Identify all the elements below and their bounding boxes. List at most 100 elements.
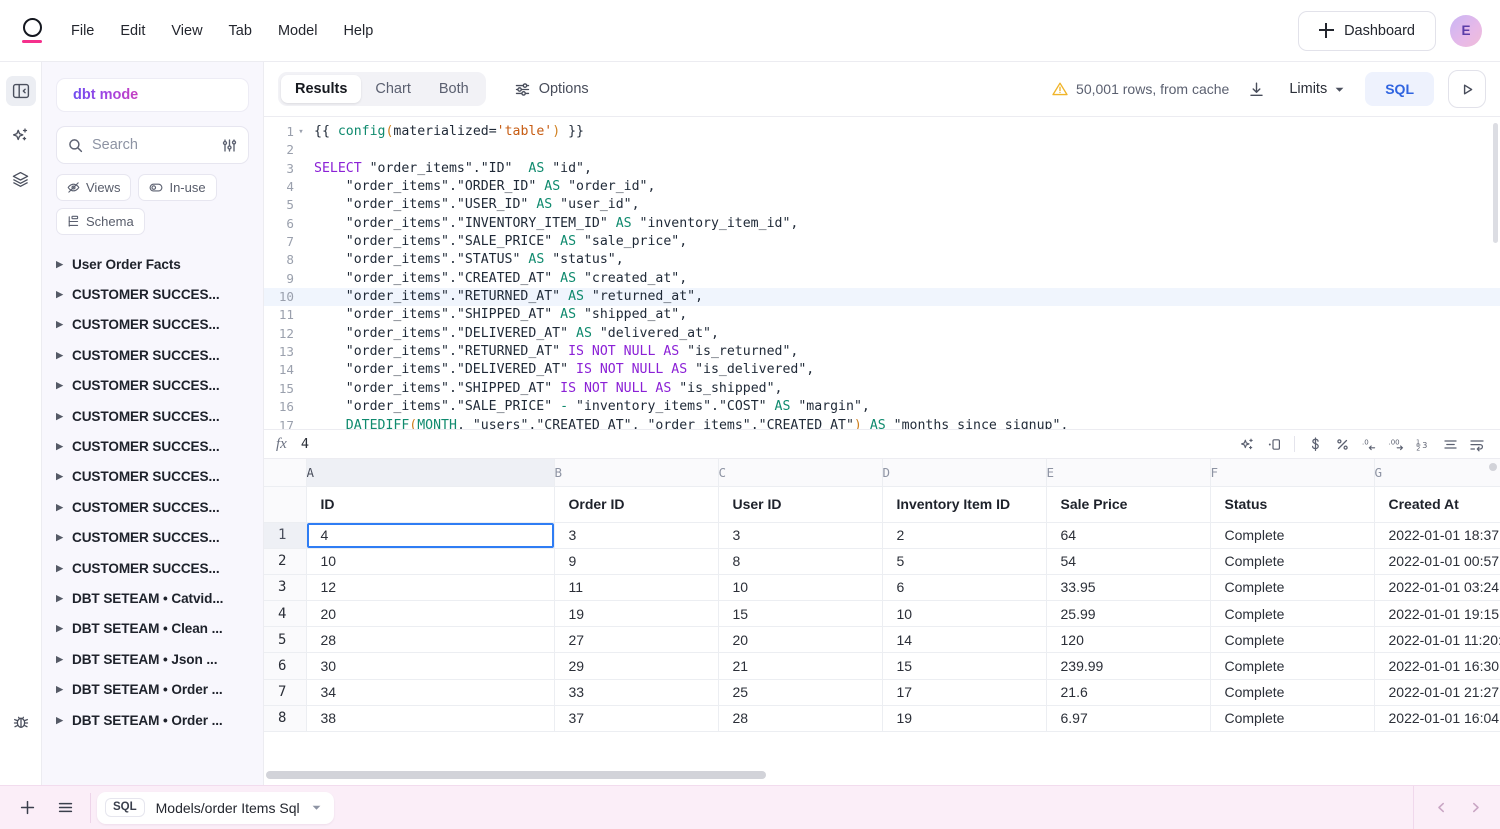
- table-cell[interactable]: 17: [882, 679, 1046, 705]
- table-cell[interactable]: 2: [882, 522, 1046, 548]
- table-row[interactable]: 3121110633.95Complete2022-01-01 03:24:..…: [264, 574, 1500, 600]
- table-cell[interactable]: Complete: [1210, 548, 1374, 574]
- code-line[interactable]: 9 "order_items"."CREATED_AT" AS "created…: [264, 270, 1500, 288]
- table-cell[interactable]: 2022-01-01 16:30:...: [1374, 653, 1500, 679]
- tree-item[interactable]: ▶CUSTOMER SUCCES...: [56, 523, 249, 553]
- tree-item[interactable]: ▶User Order Facts: [56, 249, 249, 279]
- table-cell[interactable]: 10: [306, 548, 554, 574]
- table-cell[interactable]: Complete: [1210, 705, 1374, 731]
- currency-icon[interactable]: [1304, 433, 1326, 455]
- table-cell[interactable]: 33.95: [1046, 574, 1210, 600]
- table-cell[interactable]: 3: [554, 522, 718, 548]
- options-button[interactable]: Options: [506, 76, 597, 103]
- column-header[interactable]: ID: [306, 486, 554, 522]
- table-cell[interactable]: 6.97: [1046, 705, 1210, 731]
- tab-both[interactable]: Both: [425, 75, 483, 103]
- table-cell[interactable]: 8: [718, 548, 882, 574]
- tree-item[interactable]: ▶CUSTOMER SUCCES...: [56, 371, 249, 401]
- table-cell[interactable]: Complete: [1210, 522, 1374, 548]
- table-cell[interactable]: Complete: [1210, 679, 1374, 705]
- menu-item-file[interactable]: File: [58, 17, 107, 45]
- chevron-right-icon[interactable]: ▶: [56, 320, 64, 329]
- table-cell[interactable]: 29: [554, 653, 718, 679]
- editor-scrollbar[interactable]: [1493, 123, 1498, 243]
- table-cell[interactable]: 20: [718, 627, 882, 653]
- grid-vertical-scrollbar[interactable]: [1489, 463, 1497, 471]
- chevron-right-icon[interactable]: ▶: [56, 655, 64, 664]
- chevron-right-icon[interactable]: ▶: [56, 351, 64, 360]
- code-line[interactable]: 10 "order_items"."RETURNED_AT" AS "retur…: [264, 288, 1500, 306]
- code-line[interactable]: 4 "order_items"."ORDER_ID" AS "order_id"…: [264, 178, 1500, 196]
- code-line[interactable]: 13 "order_items"."RETURNED_AT" IS NOT NU…: [264, 343, 1500, 361]
- table-cell[interactable]: 20: [306, 601, 554, 627]
- table-cell[interactable]: 3: [718, 522, 882, 548]
- chip-schema[interactable]: Schema: [56, 208, 145, 235]
- chevron-right-icon[interactable]: ▶: [56, 594, 64, 603]
- table-cell[interactable]: 239.99: [1046, 653, 1210, 679]
- table-row[interactable]: 21098554Complete2022-01-01 00:57:...⌀: [264, 548, 1500, 574]
- menu-item-edit[interactable]: Edit: [107, 17, 158, 45]
- table-cell[interactable]: 2022-01-01 03:24:...: [1374, 574, 1500, 600]
- column-letter-e[interactable]: E: [1046, 459, 1210, 486]
- add-tab-button[interactable]: [8, 792, 46, 824]
- table-cell[interactable]: 14: [882, 627, 1046, 653]
- table-cell[interactable]: 2022-01-01 11:20:...: [1374, 627, 1500, 653]
- column-letter-c[interactable]: C: [718, 459, 882, 486]
- chevron-right-icon[interactable]: ▶: [56, 472, 64, 481]
- table-cell[interactable]: 30: [306, 653, 554, 679]
- row-number[interactable]: 2: [264, 548, 306, 574]
- table-cell[interactable]: 11: [554, 574, 718, 600]
- increase-decimal-icon[interactable]: .00: [1385, 433, 1407, 455]
- table-cell[interactable]: 19: [554, 601, 718, 627]
- table-cell[interactable]: 2022-01-01 19:15:...: [1374, 601, 1500, 627]
- code-line[interactable]: 7 "order_items"."SALE_PRICE" AS "sale_pr…: [264, 233, 1500, 251]
- table-cell[interactable]: 4: [306, 522, 554, 548]
- tree-item[interactable]: ▶DBT SETEAM • Order ...: [56, 674, 249, 704]
- limits-dropdown[interactable]: Limits: [1283, 76, 1351, 102]
- fold-toggle-icon[interactable]: ▾: [294, 123, 308, 141]
- row-number[interactable]: 6: [264, 653, 306, 679]
- code-line[interactable]: 8 "order_items"."STATUS" AS "status",: [264, 251, 1500, 269]
- percent-icon[interactable]: [1331, 433, 1353, 455]
- table-cell[interactable]: 120: [1046, 627, 1210, 653]
- table-cell[interactable]: 15: [882, 653, 1046, 679]
- column-header[interactable]: User ID: [718, 486, 882, 522]
- align-icon[interactable]: [1439, 433, 1461, 455]
- active-tab[interactable]: SQL Models/order Items Sql: [97, 792, 334, 824]
- table-row[interactable]: 1433264Complete2022-01-01 18:37:...⌀: [264, 522, 1500, 548]
- bug-icon[interactable]: [6, 707, 36, 737]
- column-header[interactable]: Inventory Item ID: [882, 486, 1046, 522]
- tab-list-button[interactable]: [46, 792, 84, 824]
- sql-toggle-button[interactable]: SQL: [1365, 72, 1434, 106]
- table-cell[interactable]: Complete: [1210, 574, 1374, 600]
- new-dashboard-button[interactable]: Dashboard: [1298, 11, 1436, 51]
- chevron-right-icon[interactable]: ▶: [56, 442, 64, 451]
- dbt-mode-badge[interactable]: dbt mode: [56, 78, 249, 112]
- table-cell[interactable]: 2022-01-01 18:37:...: [1374, 522, 1500, 548]
- code-line[interactable]: 6 "order_items"."INVENTORY_ITEM_ID" AS "…: [264, 215, 1500, 233]
- menu-item-model[interactable]: Model: [265, 17, 331, 45]
- table-row[interactable]: 42019151025.99Complete2022-01-01 19:15:.…: [264, 601, 1500, 627]
- code-line[interactable]: 17 DATEDIFF(MONTH, "users"."CREATED_AT",…: [264, 417, 1500, 430]
- tree-item[interactable]: ▶DBT SETEAM • Json ...: [56, 644, 249, 674]
- tree-item[interactable]: ▶CUSTOMER SUCCES...: [56, 310, 249, 340]
- table-cell[interactable]: Complete: [1210, 627, 1374, 653]
- row-number[interactable]: 8: [264, 705, 306, 731]
- chevron-right-icon[interactable]: [1458, 792, 1492, 824]
- tree-item[interactable]: ▶DBT SETEAM • Catvid...: [56, 583, 249, 613]
- column-letter-d[interactable]: D: [882, 459, 1046, 486]
- column-letter-a[interactable]: A: [306, 459, 554, 486]
- chevron-right-icon[interactable]: ▶: [56, 503, 64, 512]
- chevron-right-icon[interactable]: ▶: [56, 564, 64, 573]
- table-cell[interactable]: 25: [718, 679, 882, 705]
- code-line[interactable]: 11 "order_items"."SHIPPED_AT" AS "shippe…: [264, 306, 1500, 324]
- code-line[interactable]: 16 "order_items"."SALE_PRICE" - "invento…: [264, 398, 1500, 416]
- table-cell[interactable]: Complete: [1210, 653, 1374, 679]
- column-header[interactable]: Order ID: [554, 486, 718, 522]
- tree-item[interactable]: ▶CUSTOMER SUCCES...: [56, 340, 249, 370]
- chevron-left-icon[interactable]: [1424, 792, 1458, 824]
- search-input[interactable]: [92, 137, 213, 153]
- tree-item[interactable]: ▶CUSTOMER SUCCES...: [56, 553, 249, 583]
- table-cell[interactable]: 5: [882, 548, 1046, 574]
- number-format-icon[interactable]: 1 2 3: [1412, 433, 1434, 455]
